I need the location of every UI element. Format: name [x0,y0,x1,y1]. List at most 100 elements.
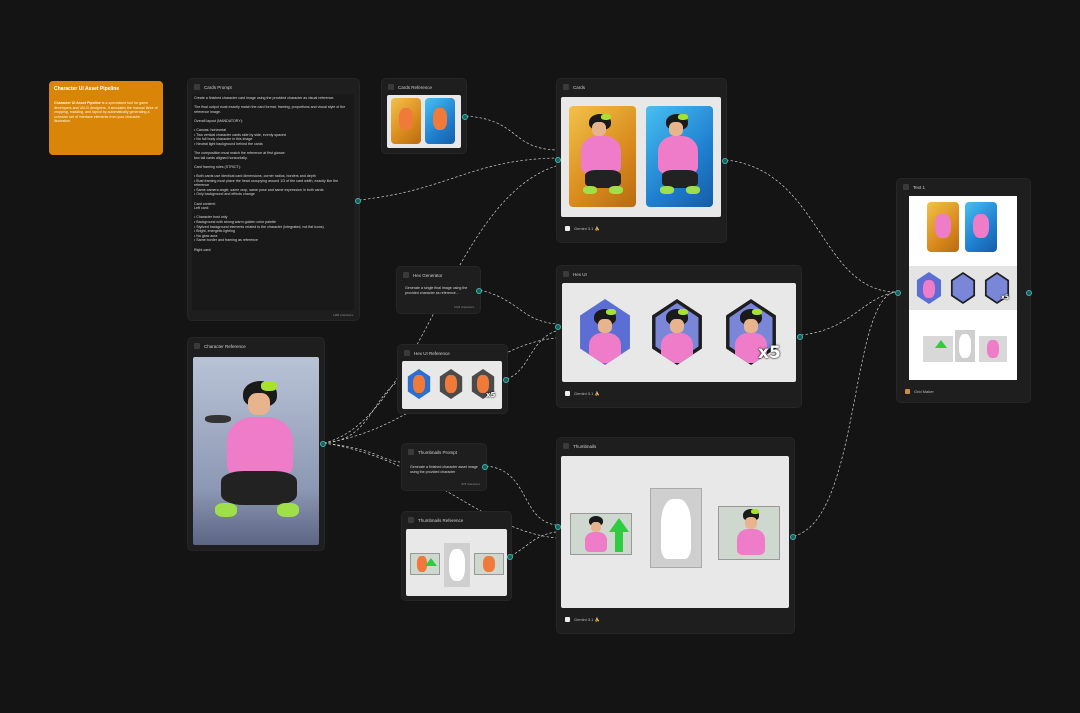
thumb-3 [474,553,504,575]
node-title: Hex UI Reference [404,350,450,356]
node-title-label: Thumbnails Reference [418,517,464,523]
node-hex-ui[interactable]: Hex UI x5 Gemini 3.1 🍌 [555,266,803,407]
workflow-canvas[interactable]: Character UI Asset Pipeline Character UI… [0,0,1080,713]
char-count: 878 characters [461,482,480,486]
node-text-1[interactable]: Text 1 x5 Grid Maker [895,179,1032,402]
output-port[interactable] [507,554,513,560]
node-title: Cards Prompt [194,84,232,90]
cards-output-image [561,97,721,217]
output-port[interactable] [355,198,361,204]
wire-hexui-to-text [800,291,896,336]
input-port[interactable] [555,157,561,163]
hex-reference-image: x5 [402,361,502,409]
node-title: Hex Generator [403,272,443,278]
model-selector[interactable]: Gemini 3.1 🍌 [565,617,599,622]
wire-cards-prompt-to-cards [358,157,557,201]
blue-card-thumb [425,98,455,144]
hex-thumb-1 [407,369,431,399]
node-title: Thumbnails Prompt [408,449,457,455]
node-thumbnails[interactable]: Thumbnails Gemini 3.1 🍌 [555,438,796,633]
grid-maker-icon [905,389,910,394]
image-node-icon [404,350,410,356]
output-port[interactable] [797,334,803,340]
text-node-icon [194,84,200,90]
model-label: Gemini 3.1 🍌 [574,391,600,396]
thumb-figure-3 [718,506,780,560]
image-node-icon [388,84,394,90]
grid-node-icon [903,184,909,190]
node-cards-reference[interactable]: Cards Reference [382,79,468,153]
grid-gold-card [927,202,959,252]
model-label: Gemini 3.1 🍌 [574,617,600,622]
input-port[interactable] [895,290,901,296]
output-port[interactable] [722,158,728,164]
character-figure [652,112,708,204]
node-title-label: Hex UI [573,271,587,277]
input-port[interactable] [555,324,561,330]
node-title: Cards Reference [388,84,432,90]
blue-card [646,106,713,207]
node-cards[interactable]: Cards Gemini 3.1 � [555,79,728,242]
node-title: Cards [563,84,585,90]
grid-output-image: x5 [909,196,1017,380]
node-thumbnails-reference[interactable]: Thumbnails Reference [402,512,513,600]
node-hex-generator[interactable]: Hex Generator Generate a single final im… [397,267,482,313]
input-port[interactable] [555,524,561,530]
node-title-label: Thumbnails [573,443,597,449]
output-port[interactable] [476,288,482,294]
hex-icon-2 [652,299,702,365]
gold-card [569,106,636,207]
grid-maker-label: Grid Maker [905,389,934,394]
image-node-icon [563,271,569,277]
reference-image [387,95,461,148]
output-port[interactable] [1026,290,1032,296]
image-node-icon [563,443,569,449]
output-port[interactable] [320,441,326,447]
prompt-text: Generate a finished character asset imag… [410,465,478,474]
node-title: Thumbnails Reference [408,517,463,523]
grid-blue-card [965,202,997,252]
character-figure [575,112,631,204]
image-node-icon [408,517,414,523]
node-title: Text 1 [903,184,925,190]
node-title-label: Character Reference [204,343,246,349]
hex-icon-1 [580,299,630,365]
output-port[interactable] [790,534,796,540]
thumb-2 [444,543,470,587]
character-image [193,357,319,545]
model-icon [565,617,570,622]
prompt-text: Generate a single final image using the … [405,286,468,295]
output-port[interactable] [503,377,509,383]
x5-badge: x5 [1001,294,1010,301]
grid-maker-text: Grid Maker [914,389,934,394]
output-port[interactable] [462,114,468,120]
model-selector[interactable]: Gemini 3.1 🍌 [565,226,599,231]
char-count: 1486 characters [332,313,353,317]
thumb-figure-2 [650,488,702,568]
model-selector[interactable]: Gemini 3.1 🍌 [565,391,599,396]
hex-thumb-2 [439,369,463,399]
wire-thumbs-to-text [793,291,896,537]
x5-badge: x5 [758,343,781,363]
node-thumbnails-prompt[interactable]: Thumbnails Prompt Generate a finished ch… [402,444,488,490]
character-figure [205,375,309,535]
node-title: Hex UI [563,271,587,277]
text-node-icon [403,272,409,278]
x5-badge: x5 [486,391,496,399]
sticky-note[interactable]: Character UI Asset Pipeline Character UI… [49,81,163,155]
node-cards-prompt[interactable]: Cards Prompt Create a finished character… [188,79,361,320]
image-node-icon [194,343,200,349]
gold-card-thumb [391,98,421,144]
wire-charref-to-hexref [323,379,401,444]
text-node-icon [408,449,414,455]
sticky-body-bold: Character UI Asset Pipeline [54,101,101,105]
node-hex-ui-reference[interactable]: Hex UI Reference x5 [398,345,509,413]
node-character-reference[interactable]: Character Reference [188,338,326,550]
thumbnails-output-image [561,456,789,608]
wire-hexref-to-hexui [506,330,557,380]
model-icon [565,226,570,231]
wire-thumbref-to-thumbs [510,531,557,557]
output-port[interactable] [482,464,488,470]
node-title: Thumbnails [563,443,596,449]
grid-hex-row: x5 [909,266,1017,310]
